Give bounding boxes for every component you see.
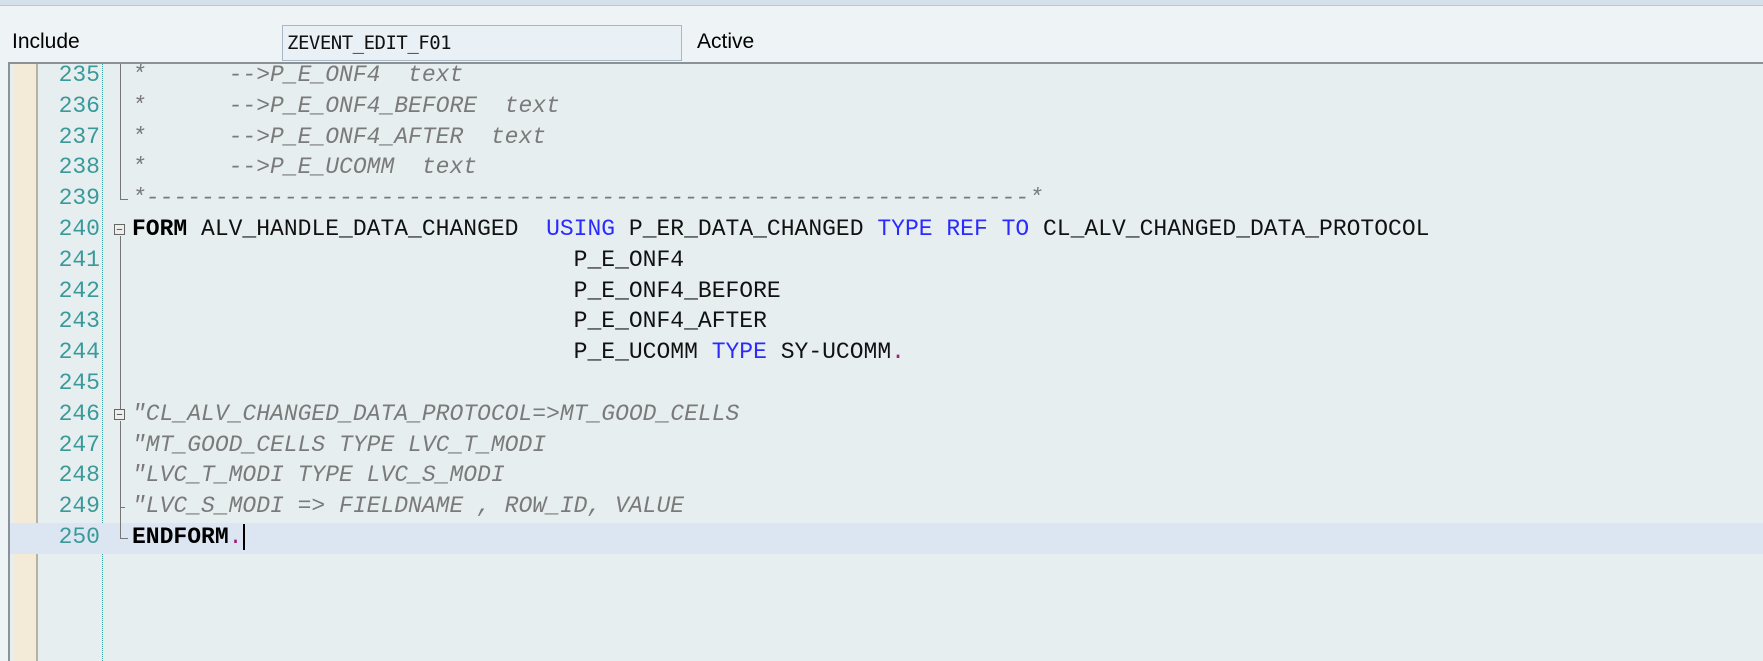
code-text: * -->P_E_ONF4_BEFORE text bbox=[132, 93, 560, 119]
collapse-icon[interactable]: − bbox=[114, 224, 125, 236]
code-text: "LVC_T_MODI TYPE LVC_S_MODI bbox=[132, 462, 505, 488]
include-label: Include bbox=[12, 30, 80, 53]
token-comment: "MT_GOOD_CELLS TYPE LVC_T_MODI bbox=[132, 431, 547, 458]
code-line[interactable]: 245 bbox=[10, 369, 1763, 400]
token-punct: . bbox=[228, 524, 243, 551]
line-number: 236 bbox=[58, 92, 100, 119]
code-text: *---------------------------------------… bbox=[132, 185, 1043, 211]
line-number: 238 bbox=[58, 154, 100, 181]
include-header: Include ZEVENT_EDIT_F01 Active bbox=[0, 6, 1763, 61]
code-text: P_E_ONF4_AFTER bbox=[132, 308, 767, 334]
token-plain: P_E_UCOMM bbox=[132, 339, 712, 366]
token-blue: TYPE REF TO bbox=[877, 216, 1030, 242]
line-number: 241 bbox=[58, 246, 100, 273]
token-kw: ENDFORM bbox=[132, 524, 229, 551]
token-plain: P_E_ONF4 bbox=[132, 246, 685, 273]
token-comment: "LVC_S_MODI => FIELDNAME , ROW_ID, VALUE bbox=[132, 493, 685, 520]
token-blue: USING bbox=[546, 216, 616, 242]
code-line[interactable]: 239 *------------------------------------… bbox=[10, 184, 1763, 215]
status-text: Active bbox=[697, 30, 755, 53]
line-number: 245 bbox=[58, 370, 100, 396]
code-line[interactable]: 250 ENDFORM. bbox=[10, 523, 1763, 554]
token-comment: * -->P_E_ONF4 text bbox=[132, 62, 464, 88]
code-line[interactable]: 242 P_E_ONF4_BEFORE bbox=[10, 277, 1763, 308]
token-comment: * -->P_E_UCOMM text bbox=[132, 154, 478, 181]
token-plain: SY-UCOMM bbox=[766, 339, 892, 366]
line-number: 240 bbox=[58, 216, 100, 242]
line-number: 250 bbox=[58, 524, 100, 550]
code-text: P_E_ONF4 bbox=[132, 247, 684, 273]
line-number: 247 bbox=[58, 431, 100, 458]
code-text: * -->P_E_UCOMM text bbox=[132, 154, 477, 180]
fold-line bbox=[120, 236, 121, 409]
code-line[interactable]: 238 * -->P_E_UCOMM text bbox=[10, 153, 1763, 184]
code-line[interactable]: 249 "LVC_S_MODI => FIELDNAME , ROW_ID, VA… bbox=[10, 492, 1763, 523]
token-comment: * -->P_E_ONF4_AFTER text bbox=[132, 123, 547, 150]
code-text: * -->P_E_ONF4 text bbox=[132, 62, 463, 88]
code-text: * -->P_E_ONF4_AFTER text bbox=[132, 124, 546, 150]
fold-line bbox=[120, 64, 121, 200]
code-text: "MT_GOOD_CELLS TYPE LVC_T_MODI bbox=[132, 432, 546, 458]
code-line[interactable]: 240 FORM ALV_HANDLE_DATA_CHANGED USING P_… bbox=[10, 215, 1763, 246]
fold-end-tick bbox=[120, 507, 125, 509]
code-line[interactable]: 237 * -->P_E_ONF4_AFTER text bbox=[10, 123, 1763, 154]
code-editor[interactable]: 235 * -->P_E_ONF4 text 236 * -->P_E_ONF4_BE… bbox=[8, 62, 1763, 661]
code-line[interactable]: 235 * -->P_E_ONF4 text bbox=[10, 61, 1763, 92]
code-line[interactable]: 236 * -->P_E_ONF4_BEFORE text bbox=[10, 92, 1763, 123]
code-text: FORM ALV_HANDLE_DATA_CHANGED USING P_ER_… bbox=[132, 216, 1429, 242]
token-plain: P_E_ONF4_BEFORE bbox=[132, 277, 781, 304]
code-text: ENDFORM. bbox=[132, 524, 246, 551]
line-number: 235 bbox=[58, 62, 100, 88]
token-blue: TYPE bbox=[711, 339, 767, 366]
token-plain: ALV_HANDLE_DATA_CHANGED bbox=[187, 216, 547, 242]
text-cursor bbox=[243, 524, 246, 550]
token-plain: P_ER_DATA_CHANGED bbox=[615, 216, 878, 242]
line-number: 237 bbox=[58, 123, 100, 150]
token-kw: FORM bbox=[132, 216, 188, 242]
include-name-field[interactable]: ZEVENT_EDIT_F01 bbox=[282, 25, 682, 61]
line-number: 239 bbox=[58, 185, 100, 212]
code-line[interactable]: 241 P_E_ONF4 bbox=[10, 246, 1763, 277]
line-number: 244 bbox=[58, 339, 100, 366]
fold-line bbox=[120, 420, 121, 538]
code-line[interactable]: 248 "LVC_T_MODI TYPE LVC_S_MODI bbox=[10, 461, 1763, 492]
fold-end-tick bbox=[120, 199, 128, 201]
line-number: 248 bbox=[58, 462, 100, 489]
code-text: "LVC_S_MODI => FIELDNAME , ROW_ID, VALUE bbox=[132, 493, 684, 519]
line-number: 249 bbox=[58, 493, 100, 520]
line-number: 242 bbox=[58, 277, 100, 304]
token-comment: "LVC_T_MODI TYPE LVC_S_MODI bbox=[132, 462, 505, 489]
code-text: P_E_ONF4_BEFORE bbox=[132, 278, 781, 304]
token-plain: P_E_ONF4_AFTER bbox=[132, 308, 767, 335]
code-text: "CL_ALV_CHANGED_DATA_PROTOCOL=>MT_GOOD_C… bbox=[132, 401, 739, 427]
code-line[interactable]: 246 "CL_ALV_CHANGED_DATA_PROTOCOL=>MT_GOO… bbox=[10, 400, 1763, 431]
code-line[interactable]: 244 P_E_UCOMM TYPE SY-UCOMM. bbox=[10, 338, 1763, 369]
line-number: 246 bbox=[58, 400, 100, 427]
token-comment: *---------------------------------------… bbox=[132, 185, 1043, 212]
line-number: 243 bbox=[58, 308, 100, 335]
token-punct: . bbox=[891, 339, 905, 366]
token-comment: "CL_ALV_CHANGED_DATA_PROTOCOL=>MT_GOOD_C… bbox=[132, 400, 740, 427]
code-line[interactable]: 247 "MT_GOOD_CELLS TYPE LVC_T_MODI bbox=[10, 431, 1763, 462]
code-line[interactable]: 243 P_E_ONF4_AFTER bbox=[10, 307, 1763, 338]
code-text: P_E_UCOMM TYPE SY-UCOMM. bbox=[132, 339, 905, 365]
fold-end-tick bbox=[120, 538, 128, 539]
collapse-icon[interactable]: − bbox=[114, 408, 125, 420]
token-comment: * -->P_E_ONF4_BEFORE text bbox=[132, 92, 560, 119]
token-plain: CL_ALV_CHANGED_DATA_PROTOCOL bbox=[1029, 216, 1430, 242]
